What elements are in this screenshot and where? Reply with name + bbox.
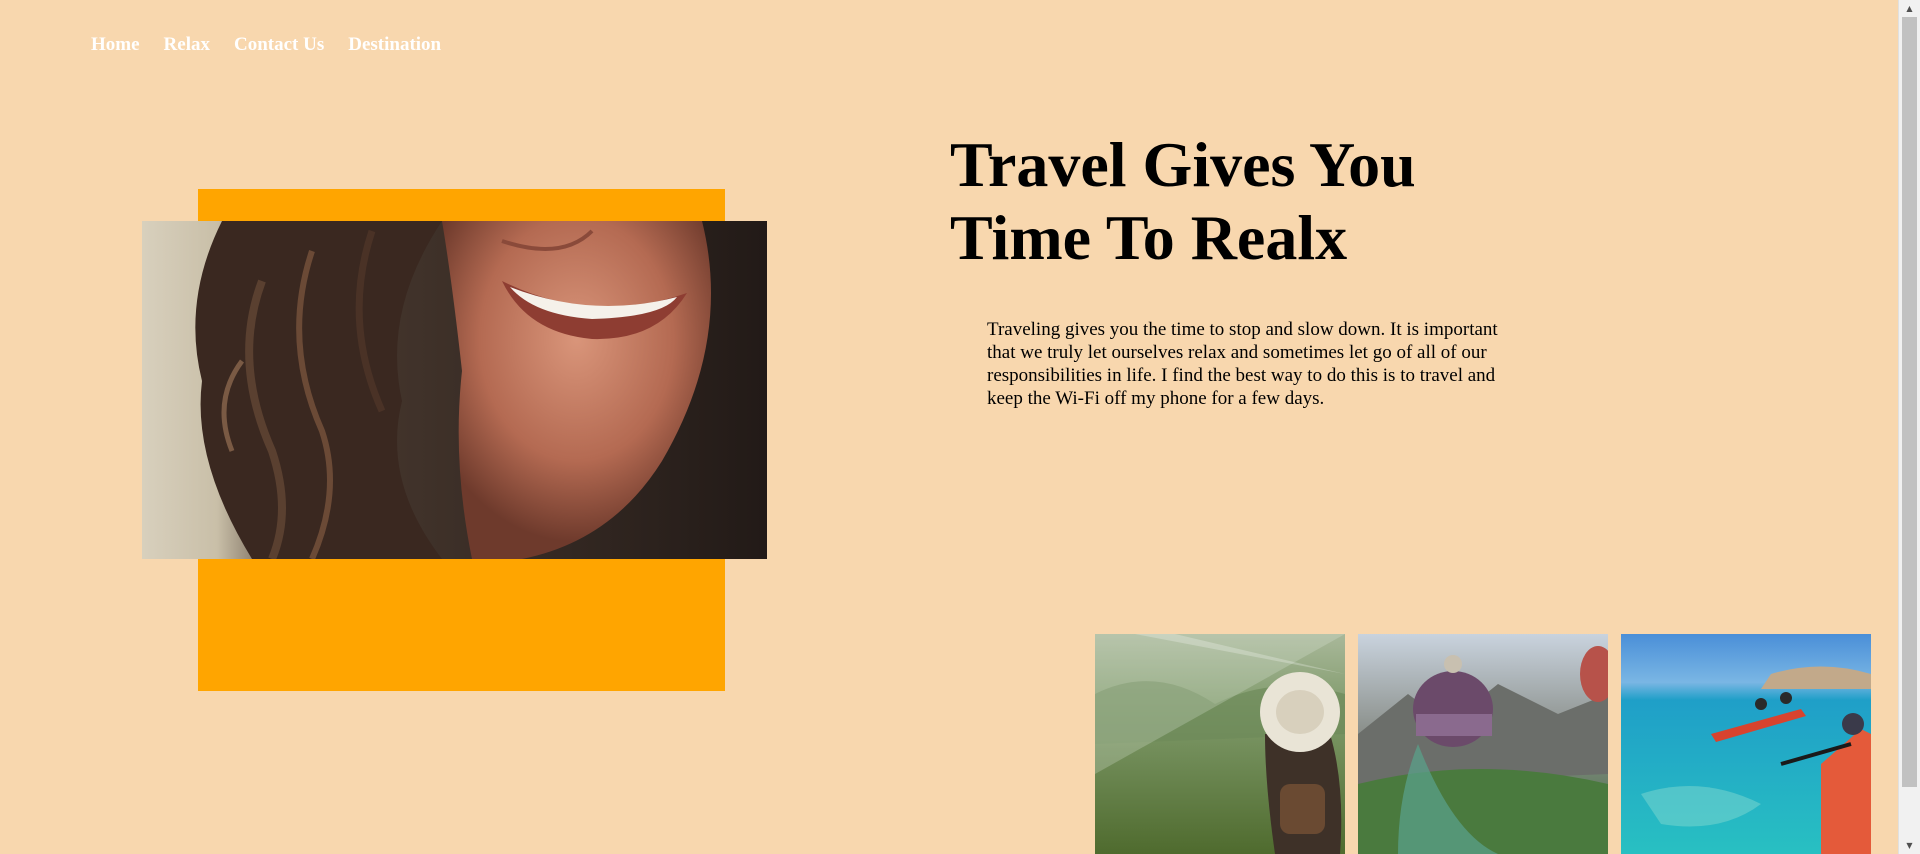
page: Home Relax Contact Us Destination Travel… bbox=[0, 0, 1920, 854]
vertical-scrollbar[interactable]: ▲ ▼ bbox=[1898, 0, 1920, 854]
thumbnail-kayak-sea[interactable] bbox=[1621, 634, 1871, 854]
hero-heading-line1: Travel Gives You bbox=[950, 129, 1416, 200]
hero-paragraph: Traveling gives you the time to stop and… bbox=[987, 319, 1498, 409]
scroll-down-arrow-icon[interactable]: ▼ bbox=[1899, 837, 1920, 854]
nav-link-destination[interactable]: Destination bbox=[348, 34, 441, 56]
nav-link-relax[interactable]: Relax bbox=[164, 34, 210, 56]
hero-heading-line2: Time To Realx bbox=[950, 202, 1348, 273]
scrollbar-thumb[interactable] bbox=[1902, 17, 1917, 787]
thumbnail-hiker-meadow[interactable] bbox=[1095, 634, 1345, 854]
thumbnail-mountain-beanie[interactable] bbox=[1358, 634, 1608, 854]
main-nav: Home Relax Contact Us Destination bbox=[91, 34, 441, 56]
nav-link-contact-us[interactable]: Contact Us bbox=[234, 34, 324, 56]
hero-heading: Travel Gives You Time To Realx bbox=[950, 128, 1510, 274]
scroll-up-arrow-icon[interactable]: ▲ bbox=[1899, 0, 1920, 17]
nav-link-home[interactable]: Home bbox=[91, 34, 140, 56]
hero-smiling-woman-image bbox=[142, 221, 767, 559]
